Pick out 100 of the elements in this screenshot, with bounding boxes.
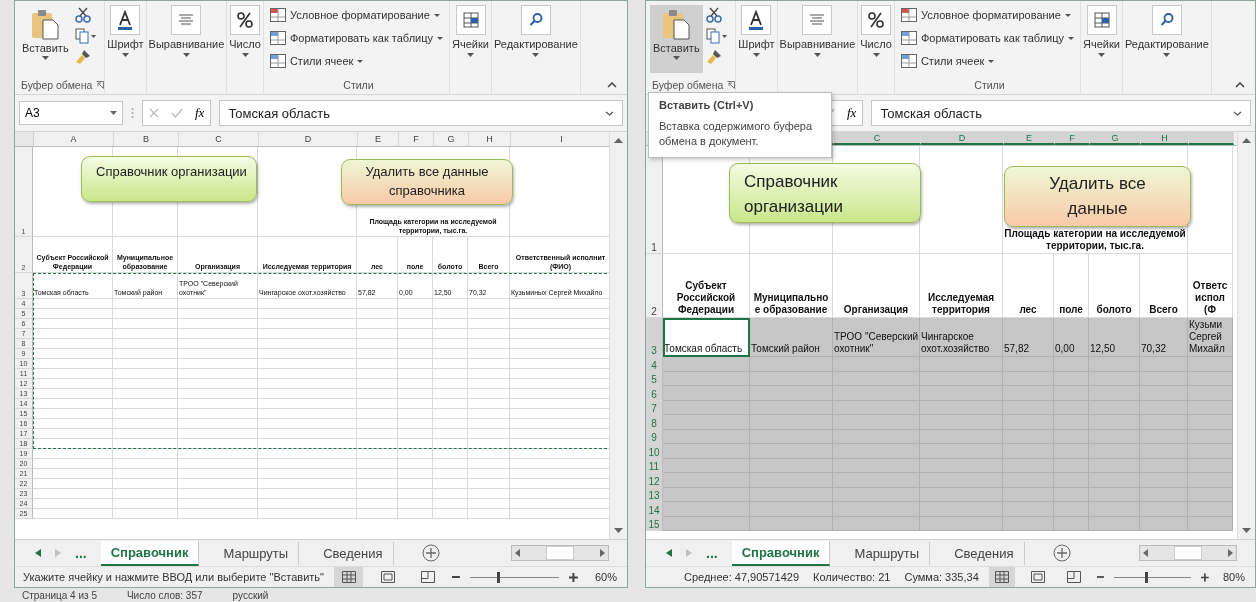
- macro-button[interactable]: Справочник организации: [81, 156, 257, 202]
- horizontal-scrollbar[interactable]: [1139, 545, 1237, 561]
- scroll-down-icon[interactable]: [1242, 528, 1251, 533]
- more-sheets-button[interactable]: ...: [706, 545, 718, 561]
- scroll-up-icon[interactable]: [1242, 138, 1251, 143]
- scissors-icon[interactable]: [705, 7, 722, 23]
- column-header[interactable]: H: [1141, 132, 1189, 145]
- styles-menu-button[interactable]: Стили ячеек: [267, 51, 366, 71]
- row-number[interactable]: 6: [646, 386, 663, 401]
- styles-menu-button[interactable]: Условное форматирование: [267, 5, 442, 25]
- previous-sheet-icon[interactable]: [35, 549, 41, 557]
- expand-icon[interactable]: [1233, 110, 1242, 116]
- editing-button[interactable]: Редактирование: [491, 1, 580, 61]
- insert-function-button[interactable]: fx: [195, 105, 205, 121]
- add-sheet-icon[interactable]: [421, 544, 440, 562]
- row-number[interactable]: 2: [646, 254, 663, 318]
- column-header[interactable]: [1189, 132, 1234, 145]
- normal-view-button[interactable]: [334, 567, 364, 587]
- styles-menu-button[interactable]: Условное форматирование: [898, 5, 1073, 25]
- scroll-right-icon[interactable]: [600, 549, 605, 557]
- launcher-icon[interactable]: [96, 81, 105, 89]
- grid-icon: [994, 571, 1009, 583]
- paste-button[interactable]: Вставить: [650, 5, 703, 73]
- horizontal-scrollbar[interactable]: [511, 545, 609, 561]
- ribbon-group-button[interactable]: Число: [227, 1, 263, 61]
- zoom-thumb[interactable]: [1144, 571, 1148, 583]
- row-number[interactable]: 8: [646, 415, 663, 430]
- formula-field[interactable]: Томская область: [871, 100, 1251, 126]
- previous-sheet-icon[interactable]: [666, 549, 672, 557]
- table-cell: [398, 459, 433, 469]
- ribbon-group-button[interactable]: Шрифт: [105, 1, 146, 61]
- insert-function-button[interactable]: fx: [847, 105, 857, 121]
- styles-menu-button[interactable]: Стили ячеек: [898, 51, 997, 71]
- paste-button[interactable]: Вставить: [19, 5, 72, 73]
- row-number[interactable]: 14: [646, 502, 663, 517]
- macro-button[interactable]: Справочник организации: [729, 163, 921, 223]
- column-header[interactable]: C: [834, 132, 921, 145]
- row-number[interactable]: 3: [646, 318, 663, 357]
- column-header[interactable]: D: [921, 132, 1004, 145]
- check-icon[interactable]: [171, 108, 183, 118]
- more-sheets-button[interactable]: ...: [75, 545, 87, 561]
- sheet-tab[interactable]: Сведения: [313, 541, 394, 565]
- ribbon-group-button[interactable]: Выравнивание: [777, 1, 858, 61]
- scroll-right-icon[interactable]: [1228, 549, 1233, 557]
- table-cell: [433, 389, 468, 399]
- styles-menu-button[interactable]: Форматировать как таблицу: [898, 28, 1077, 48]
- expand-icon[interactable]: [605, 110, 614, 116]
- scissors-icon[interactable]: [74, 7, 91, 23]
- sheet-tab[interactable]: Сведения: [944, 541, 1025, 565]
- collapse-ribbon-icon[interactable]: [607, 82, 617, 88]
- editing-button[interactable]: Редактирование: [1122, 1, 1211, 61]
- group-label: Стили: [974, 79, 1005, 91]
- zoom-in-icon[interactable]: [568, 572, 578, 582]
- brush-icon[interactable]: [74, 49, 91, 65]
- row-number[interactable]: 4: [646, 357, 663, 372]
- normal-view-button[interactable]: [988, 567, 1015, 587]
- scroll-left-icon[interactable]: [1143, 549, 1148, 557]
- caret-icon: [872, 53, 880, 57]
- styles-menu-button[interactable]: Форматировать как таблицу: [267, 28, 446, 48]
- ribbon-group-button[interactable]: Выравнивание: [146, 1, 227, 61]
- zoom-in-icon[interactable]: [1201, 572, 1210, 582]
- scroll-up-icon[interactable]: [614, 138, 623, 143]
- cells-button[interactable]: Ячейки: [450, 1, 491, 61]
- vertical-scrollbar[interactable]: [609, 132, 627, 539]
- collapse-ribbon-icon[interactable]: [1235, 82, 1245, 88]
- table-cell: [433, 429, 468, 439]
- copy-icon[interactable]: [74, 28, 97, 44]
- row-number[interactable]: 1: [646, 146, 663, 254]
- name-box[interactable]: A3: [19, 101, 123, 125]
- table-cell: [398, 489, 433, 499]
- table-cell: [433, 499, 468, 509]
- column-header[interactable]: F: [1055, 132, 1090, 145]
- macro-button[interactable]: Удалить все данные: [1004, 166, 1191, 227]
- sheet-tab[interactable]: Справочник: [731, 540, 831, 566]
- sheet-tab[interactable]: Маршруты: [213, 541, 300, 565]
- formula-field[interactable]: Томская область: [219, 100, 623, 126]
- table-cell: [398, 319, 433, 329]
- table-cell: [468, 329, 510, 339]
- macro-button[interactable]: Удалить все данные справочника: [341, 159, 513, 205]
- ribbon-group-button[interactable]: Шрифт: [736, 1, 777, 61]
- scroll-down-icon[interactable]: [614, 528, 623, 533]
- row-number[interactable]: 10: [646, 444, 663, 459]
- vertical-scrollbar[interactable]: [1237, 132, 1255, 539]
- table-cell: Томский район: [750, 318, 833, 357]
- column-header[interactable]: E: [1004, 132, 1055, 145]
- add-sheet-icon[interactable]: [1052, 544, 1071, 562]
- zoom-level[interactable]: 60%: [587, 571, 617, 583]
- launcher-icon[interactable]: [727, 81, 736, 89]
- copy-icon[interactable]: [705, 28, 728, 44]
- ribbon-group-button[interactable]: Число: [858, 1, 894, 61]
- scroll-left-icon[interactable]: [515, 549, 520, 557]
- brush-icon[interactable]: [705, 49, 722, 65]
- zoom-level[interactable]: 80%: [1219, 571, 1245, 583]
- cells-button[interactable]: Ячейки: [1081, 1, 1122, 61]
- column-header[interactable]: G: [1090, 132, 1141, 145]
- row-number[interactable]: 12: [646, 473, 663, 488]
- zoom-thumb[interactable]: [496, 571, 500, 583]
- sheet-tab[interactable]: Справочник: [100, 540, 200, 566]
- table-cell: [398, 329, 433, 339]
- sheet-tab[interactable]: Маршруты: [844, 541, 931, 565]
